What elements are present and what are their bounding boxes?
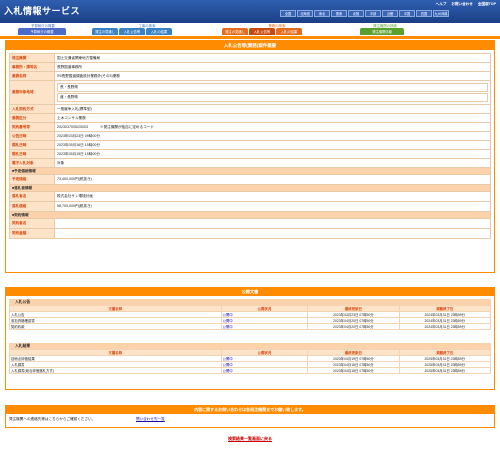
region-tab[interactable]: 北陸: [348, 10, 364, 17]
field-value: 2023年05月16日 15時00分: [54, 140, 491, 150]
field-value: 2023年03月23日 09時00分: [54, 131, 491, 141]
doc-table: 文書名称 公開状況 最終更新日 掲載終了日 入札公告 公開中 2023年03月2…: [9, 305, 492, 330]
doc-name: 契約約款: [9, 323, 222, 330]
doc-end: 2024年03月31日 23時59分: [398, 323, 492, 330]
field-label: 開札日時: [9, 149, 55, 159]
field-label: 電子入札対象: [9, 158, 55, 168]
contact-list-link[interactable]: 問い合わせ先一覧: [136, 417, 165, 422]
detail-table: 発注機関 国土交通省関東地方整備局 事務所・課等名 長野国道事務所 業務名称 R5長野…: [9, 53, 491, 239]
doc-open-link[interactable]: 公開中: [220, 367, 309, 374]
national-top-link[interactable]: 全国版TOP: [478, 2, 496, 7]
field-note: ※発注機関が独自に定めるコード: [99, 124, 154, 129]
field-label: 公告日時: [9, 131, 55, 141]
panel-title: 入札公告等(業務)案件概要: [6, 41, 494, 50]
table-row: 入札調書(総合評価落札方式) 公開中 2023年04月18日 07時50分 20…: [9, 367, 492, 374]
field-value: [54, 228, 491, 239]
nav-service-announce[interactable]: 入札公告等: [249, 28, 275, 35]
field-label: 契約者名: [9, 218, 55, 229]
back-to-results-link[interactable]: 検索結果一覧画面に戻る: [0, 436, 500, 442]
field-label: 開札日時: [9, 140, 55, 150]
contact-panel: 内容に関するお問い合わせは各発注機関までお願い致します。 発注機関への連絡先等は…: [5, 405, 495, 428]
region-tab[interactable]: 全国: [280, 10, 296, 17]
region-tab[interactable]: 中国: [399, 10, 415, 17]
nav-construction-outlook[interactable]: 発注の見通し: [92, 28, 118, 35]
region-tab[interactable]: 四国: [416, 10, 432, 17]
field-label: 業務名称: [9, 71, 55, 81]
doc-table: 文書名称 公開状況 最終更新日 掲載終了日 技術点評価結果 公開中 2023年0…: [9, 349, 492, 374]
doc-open-link[interactable]: 公開中: [220, 323, 309, 330]
field-value: 株式会社サン環境計画: [54, 191, 491, 202]
field-value: 長野国道事務所: [54, 62, 491, 72]
field-label: 入札契約方式: [9, 104, 55, 114]
field-value: R5長野国道調査設計業務外(その5)業務: [54, 71, 491, 81]
nav-group-service: 業務の検索 発注の見通し 入札公告等 入札の結果: [222, 23, 332, 36]
documents-title: 公開文書: [6, 288, 494, 296]
nav-agency-button[interactable]: 発注機関情報: [360, 28, 404, 35]
field-value: [54, 218, 491, 229]
field-label: 落札価格: [9, 201, 55, 212]
field-value: 20230370/5020003: [57, 124, 88, 129]
field-label: 予定価格: [9, 174, 55, 185]
region-tab[interactable]: 九州沖縄: [433, 10, 449, 17]
field-value: 国土交通省関東地方整備局: [54, 53, 491, 63]
nav-divider: [0, 36, 500, 39]
nav-service-results[interactable]: 入札の結果: [276, 28, 302, 35]
documents-panel: 公開文書 入札公告 文書名称 公開状況 最終更新日 掲載終了日 入札公告 公開中…: [5, 287, 495, 390]
section-header: ■予定価格情報: [9, 167, 491, 175]
section-header: ■落札者情報: [9, 184, 491, 192]
region-tab[interactable]: 近畿: [382, 10, 398, 17]
nav-construction-announce[interactable]: 入札公告等: [119, 28, 145, 35]
field-value: 58,700,000円(税抜き): [54, 201, 491, 212]
help-link[interactable]: ヘルプ: [436, 2, 447, 7]
field-value: 長・長野県: [57, 83, 488, 92]
region-tabs: 全国 北海道 東北 関東 北陸 中部 近畿 中国 四国 九州沖縄: [280, 10, 449, 17]
region-tab[interactable]: 関東: [331, 10, 347, 17]
nav-construction-results[interactable]: 入札の結果: [146, 28, 172, 35]
site-logo[interactable]: 入札情報サービス: [4, 4, 80, 17]
field-label: 契約金額: [9, 228, 55, 239]
region-tab[interactable]: 東北: [314, 10, 330, 17]
contact-text: 発注機関への連絡先等はこちらからご確認ください。: [9, 417, 96, 421]
field-label: 発注機関: [9, 53, 55, 63]
field-value: 一般競争入札(標準型): [54, 104, 491, 114]
nav-budget-button[interactable]: 予算執行の概要: [18, 28, 66, 35]
nav-group-construction: 工事の検索 発注の見通し 入札公告等 入札の結果: [92, 23, 202, 36]
field-label: 業務区分: [9, 113, 55, 123]
section-header: ■契約情報: [9, 211, 491, 219]
field-label: 契約番号等: [9, 122, 55, 132]
region-tab[interactable]: 中部: [365, 10, 381, 17]
field-value: 2023年05月15日 15時00分: [54, 149, 491, 159]
top-header: 入札情報サービス ヘルプ お問い合わせ 全国版TOP 全国 北海道 東北 関東 …: [0, 0, 500, 23]
top-links: ヘルプ お問い合わせ 全国版TOP: [436, 2, 496, 7]
doc-updated: 2023年04月18日 07時50分: [307, 367, 400, 374]
doc-updated: 2023年04月20日 07時50分: [307, 323, 400, 330]
field-label: 事務所・課等名: [9, 62, 55, 72]
field-value: 73,400,000円(税抜き): [54, 174, 491, 185]
field-value: 土木コンサル業務: [54, 113, 491, 123]
field-label: 業務対象地域: [9, 80, 55, 105]
contact-title: 内容に関するお問い合わせは各発注機関までお願い致します。: [6, 406, 494, 414]
announce-docs: 入札公告 文書名称 公開状況 最終更新日 掲載終了日 入札公告 公開中 2023…: [9, 299, 492, 330]
contact-link-top[interactable]: お問い合わせ: [451, 2, 473, 7]
detail-panel: 入札公告等(業務)案件概要 発注機関 国土交通省関東地方整備局 事務所・課等名 長野…: [5, 40, 495, 273]
field-value: 道・長野県: [57, 93, 488, 102]
field-label: 落札者名: [9, 191, 55, 202]
main-nav: 予算執行の概要 予算執行の概要 工事の検索 発注の見通し 入札公告等 入札の結果…: [0, 23, 500, 36]
table-row: 契約約款 公開中 2023年04月20日 07時50分 2024年03月31日 …: [9, 323, 492, 330]
region-tab[interactable]: 北海道: [297, 10, 313, 17]
nav-group-agency: 発注機関の検索 発注機関情報: [350, 23, 420, 36]
doc-end: 2025年03月31日 23時59分: [398, 367, 492, 374]
result-docs: 入札結果 文書名称 公開状況 最終更新日 掲載終了日 技術点評価結果 公開中 2…: [9, 343, 492, 374]
doc-name: 入札調書(総合評価落札方式): [9, 367, 222, 374]
nav-group-budget: 予算執行の概要 予算執行の概要: [18, 23, 68, 36]
nav-service-outlook[interactable]: 発注の見通し: [222, 28, 248, 35]
field-value: 対象: [54, 158, 491, 168]
